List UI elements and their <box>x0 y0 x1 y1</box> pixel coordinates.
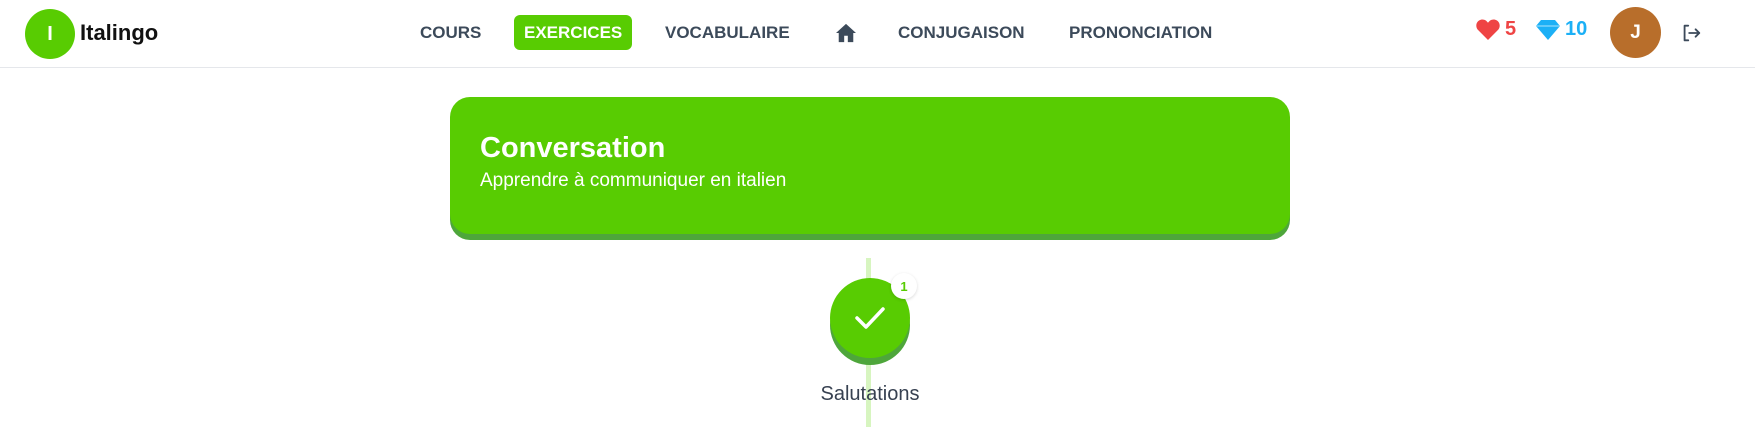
hearts-counter: 5 <box>1475 18 1516 41</box>
nav-cours[interactable]: COURS <box>410 15 491 50</box>
home-icon[interactable] <box>832 19 860 47</box>
unit-subtitle: Apprendre à communiquer en italien <box>480 170 787 191</box>
heart-icon <box>1476 19 1500 40</box>
app-name[interactable]: Italingo <box>80 20 158 46</box>
top-navbar: I Italingo COURS EXERCICES VOCABULAIRE C… <box>0 0 1755 68</box>
lesson-label: Salutations <box>820 383 920 405</box>
lesson-badge: 1 <box>891 273 917 299</box>
nav-prononciation[interactable]: PRONONCIATION <box>1059 15 1222 50</box>
logo-icon[interactable]: I <box>25 9 75 59</box>
hearts-count: 5 <box>1505 18 1517 40</box>
nav-conjugaison[interactable]: CONJUGAISON <box>888 15 1035 50</box>
nav-vocabulaire[interactable]: VOCABULAIRE <box>655 15 800 50</box>
gem-icon <box>1536 19 1560 40</box>
logout-icon[interactable] <box>1680 22 1702 44</box>
nav-exercices[interactable]: EXERCICES <box>514 15 633 50</box>
gems-counter: 10 <box>1535 18 1587 41</box>
check-icon <box>855 307 885 329</box>
user-avatar[interactable]: J <box>1610 7 1661 58</box>
gems-count: 10 <box>1565 18 1588 40</box>
unit-banner: Conversation Apprendre à communiquer en … <box>450 97 1290 234</box>
unit-title: Conversation <box>480 132 666 164</box>
